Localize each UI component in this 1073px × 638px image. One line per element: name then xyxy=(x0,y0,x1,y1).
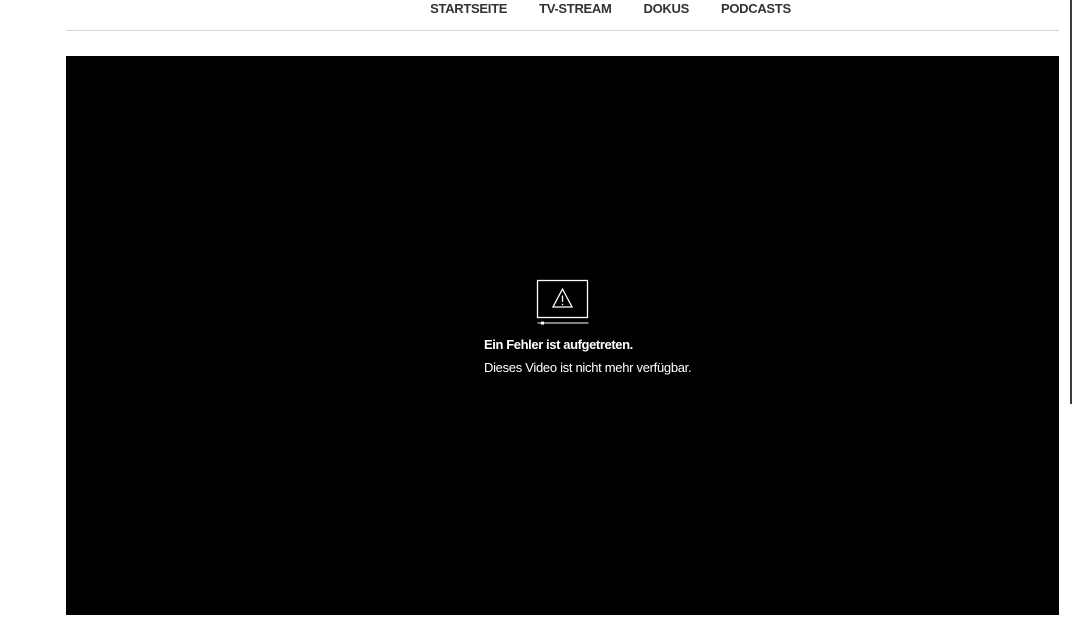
error-description: Dieses Video ist nicht mehr verfügbar. xyxy=(484,360,692,375)
page-edge-divider xyxy=(1070,0,1072,404)
nav-item-tv-stream[interactable]: TV-STREAM xyxy=(539,0,612,17)
video-player[interactable]: Ein Fehler ist aufgetreten. Dieses Video… xyxy=(66,56,1059,615)
nav-item-podcasts[interactable]: PODCASTS xyxy=(721,0,791,17)
player-error-message: Ein Fehler ist aufgetreten. Dieses Video… xyxy=(484,279,744,376)
monitor-warning-icon xyxy=(536,279,589,325)
nav-item-startseite[interactable]: STARTSEITE xyxy=(430,0,507,17)
error-title: Ein Fehler ist aufgetreten. xyxy=(484,337,633,352)
main-navigation: STARTSEITE TV-STREAM DOKUS PODCASTS xyxy=(66,0,1059,31)
nav-item-dokus[interactable]: DOKUS xyxy=(644,0,690,17)
page: STARTSEITE TV-STREAM DOKUS PODCASTS Ein … xyxy=(0,0,1073,638)
